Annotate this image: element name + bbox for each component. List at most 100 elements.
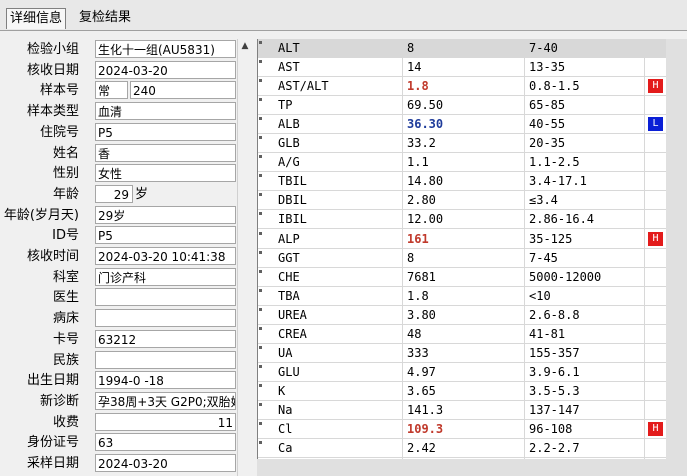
table-row[interactable]: ALB 36.30 40-55 L	[258, 115, 666, 136]
form-row: 性别 女性	[0, 163, 237, 183]
table-row[interactable]: A/G 1.1 1.1-2.5	[258, 153, 666, 174]
form-row: 身份证号 63	[0, 432, 237, 452]
reference-range: 3.5-5.3	[524, 381, 644, 402]
table-row[interactable]: DBIL 2.80 ≤3.4	[258, 191, 666, 212]
form-row: 样本类型 血清	[0, 101, 237, 121]
field-value[interactable]: 11	[95, 412, 236, 431]
test-value: 141.3	[402, 400, 524, 421]
scroll-up-icon[interactable]: ▲	[239, 39, 251, 53]
row-marker	[258, 306, 278, 326]
row-marker-dot	[259, 288, 262, 292]
field-label: 性别	[52, 166, 79, 182]
field-value[interactable]: 2024-03-20 10:41:38	[95, 247, 236, 265]
flag-cell	[644, 267, 666, 288]
reference-range: ≤3.4	[524, 191, 644, 212]
field-value[interactable]: 63	[95, 433, 236, 452]
field-label: 核收时间	[26, 249, 79, 264]
test-value: 2.80	[402, 191, 524, 212]
results-table: ALT 8 7-40 AST 14 13-35 AST/ALT 1.8 0.8-1.5 H TP 69…	[257, 39, 666, 460]
table-row[interactable]: CHE 7681 5000-12000	[258, 267, 666, 288]
flag-cell: H	[644, 420, 666, 440]
test-value: 333	[402, 343, 524, 364]
field-value[interactable]: 孕38周+3天 G2P0;双胎妊	[95, 391, 236, 410]
field-value[interactable]: 240	[130, 81, 236, 100]
flag-cell	[644, 400, 666, 421]
reference-range: 65-85	[524, 96, 644, 117]
field-value[interactable]: 女性	[95, 164, 236, 183]
field-value[interactable]: P5	[95, 226, 236, 245]
table-row[interactable]: Na 141.3 137-147	[258, 400, 666, 421]
field-value[interactable]	[95, 288, 236, 307]
test-name: A/G	[278, 155, 300, 170]
form-scrollbar[interactable]: ▲	[237, 39, 252, 476]
flag-cell	[644, 362, 666, 383]
row-marker	[258, 363, 278, 383]
table-row[interactable]: Ca 2.42 2.2-2.7	[258, 439, 666, 460]
field-value[interactable]: P5	[95, 122, 236, 141]
table-row[interactable]: CREA 48 41-81	[258, 324, 666, 345]
row-marker-dot	[259, 41, 262, 44]
row-marker-dot	[259, 402, 262, 406]
row-marker-dot	[259, 345, 262, 349]
table-row[interactable]: Cl 109.3 96-108 H	[258, 420, 666, 440]
test-value: 36.30	[402, 115, 524, 136]
table-row[interactable]: TP 69.50 65-85	[258, 96, 666, 117]
test-name: ALB	[278, 117, 300, 132]
field-value[interactable]	[95, 309, 236, 328]
flag-cell	[644, 439, 666, 460]
field-value[interactable]	[95, 350, 236, 369]
test-value: 4.97	[402, 362, 524, 383]
table-row[interactable]: GLU 4.97 3.9-6.1	[258, 362, 666, 383]
field-value[interactable]: 29岁	[95, 205, 236, 224]
row-marker-dot	[259, 60, 262, 64]
field-label: 身份证号	[26, 435, 79, 451]
test-value: 69.50	[402, 96, 524, 117]
table-row[interactable]: K 3.65 3.5-5.3	[258, 381, 666, 402]
row-marker	[258, 39, 278, 59]
field-value[interactable]: 生化十一组(AU5831)	[95, 40, 236, 58]
table-row[interactable]: GLB 33.2 20-35	[258, 134, 666, 155]
table-row[interactable]: UREA 3.80 2.6-8.8	[258, 305, 666, 326]
form-row: 医生	[0, 287, 237, 307]
field-value[interactable]: 2024-03-20	[95, 454, 236, 472]
tab-details[interactable]: 详细信息	[6, 8, 67, 29]
sample-type-prefix[interactable]: 常	[95, 81, 128, 100]
table-row[interactable]: ALP 161 35-125 H	[258, 229, 666, 250]
form-row: 样本号常 240	[0, 80, 237, 100]
reference-range: 155-357	[524, 343, 644, 364]
field-value[interactable]: 2024-03-20	[95, 60, 236, 79]
row-marker-dot	[259, 441, 262, 445]
flag-cell: H	[644, 77, 666, 98]
tab-recheck-results[interactable]: 复检结果	[76, 8, 134, 28]
row-marker	[258, 153, 278, 173]
table-row[interactable]: UA 333 155-357	[258, 343, 666, 364]
reference-range: 2.2-2.7	[524, 439, 644, 460]
field-value[interactable]: 香	[95, 143, 236, 162]
patient-info-form: 检验小组 生化十一组(AU5831) 核收日期 2024-03-20 样本号常 240 样本…	[0, 31, 252, 476]
test-name: GGT	[278, 250, 300, 265]
table-row[interactable]: AST 14 13-35	[258, 58, 666, 79]
form-row: 住院号 P5	[0, 122, 237, 142]
table-row[interactable]: AST/ALT 1.8 0.8-1.5 H	[258, 77, 666, 98]
field-value[interactable]: 63212	[95, 329, 236, 348]
test-name: TBIL	[278, 174, 307, 189]
field-value[interactable]: 血清	[95, 102, 236, 121]
age-unit: 岁	[135, 186, 149, 202]
field-value[interactable]: 29	[95, 184, 133, 203]
table-row[interactable]: TBA 1.8 <10	[258, 286, 666, 307]
reference-range: 5000-12000	[524, 267, 644, 288]
test-name: AST/ALT	[278, 79, 329, 94]
row-marker-dot	[259, 269, 262, 273]
form-row: 姓名香	[0, 143, 237, 163]
test-name: Na	[278, 402, 293, 417]
flag-cell	[644, 381, 666, 402]
table-row[interactable]: ALT 8 7-40	[258, 39, 666, 59]
table-row[interactable]: TBIL 14.80 3.4-17.1	[258, 172, 666, 193]
table-row[interactable]: GGT 8 7-45	[258, 248, 666, 269]
field-value[interactable]: 1994-0 -18	[95, 371, 236, 390]
row-marker	[258, 191, 278, 211]
form-row: 新诊断 孕38周+3天 G2P0;双胎妊	[0, 391, 237, 411]
field-value[interactable]: 门诊产科	[95, 267, 236, 286]
form-row: 核收时间 2024-03-20 10:41:38	[0, 246, 237, 266]
table-row[interactable]: IBIL 12.00 2.86-16.4	[258, 210, 666, 231]
